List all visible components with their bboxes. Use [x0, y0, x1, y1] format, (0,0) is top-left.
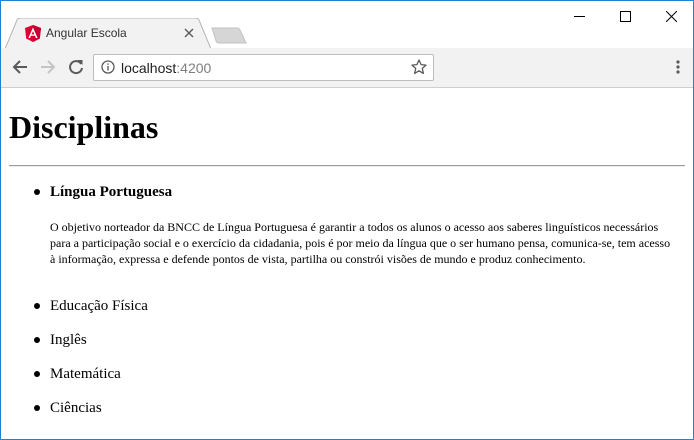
angular-logo-icon: [25, 25, 41, 42]
subject-item-educacao-fisica: Educação Física: [50, 298, 148, 314]
page-content: Disciplinas Língua Portuguesa O objetivo…: [1, 88, 693, 439]
tab-strip: Angular Escola: [1, 1, 693, 49]
subject-item-ingles: Inglês: [50, 332, 87, 348]
tab-title: Angular Escola: [46, 26, 127, 40]
reload-icon[interactable]: [65, 56, 87, 78]
page-title: Disciplinas: [9, 109, 159, 145]
close-window-icon[interactable]: [648, 1, 693, 31]
bullet: [34, 405, 40, 411]
address-port: :4200: [176, 60, 212, 76]
subject-item-ciencias: Ciências: [50, 400, 102, 416]
browser-window: Angular Escola localhost:4200 Disciplina…: [0, 0, 694, 440]
kebab-menu-icon[interactable]: [667, 56, 689, 78]
star-icon[interactable]: [411, 59, 427, 75]
forward-arrow-icon[interactable]: [37, 56, 59, 78]
back-arrow-icon[interactable]: [9, 56, 31, 78]
bullet: [34, 337, 40, 343]
subject-item-lingua-portuguesa: Língua Portuguesa: [50, 184, 173, 200]
bullet: [34, 189, 40, 195]
address-text[interactable]: localhost:4200: [121, 60, 211, 76]
minimize-icon[interactable]: [556, 1, 602, 31]
bullet: [34, 303, 40, 309]
subject-item-matematica: Matemática: [50, 366, 121, 382]
divider: [9, 165, 685, 167]
address-host: localhost: [121, 60, 177, 76]
close-icon[interactable]: [181, 25, 197, 41]
address-bar[interactable]: localhost:4200: [93, 54, 434, 81]
maximize-icon[interactable]: [602, 1, 648, 31]
subject-description: O objetivo norteador da BNCC de Língua P…: [50, 220, 671, 266]
new-tab-button[interactable]: [211, 27, 247, 44]
bullet: [34, 371, 40, 377]
info-icon[interactable]: [101, 60, 115, 74]
browser-toolbar: localhost:4200: [1, 48, 693, 88]
